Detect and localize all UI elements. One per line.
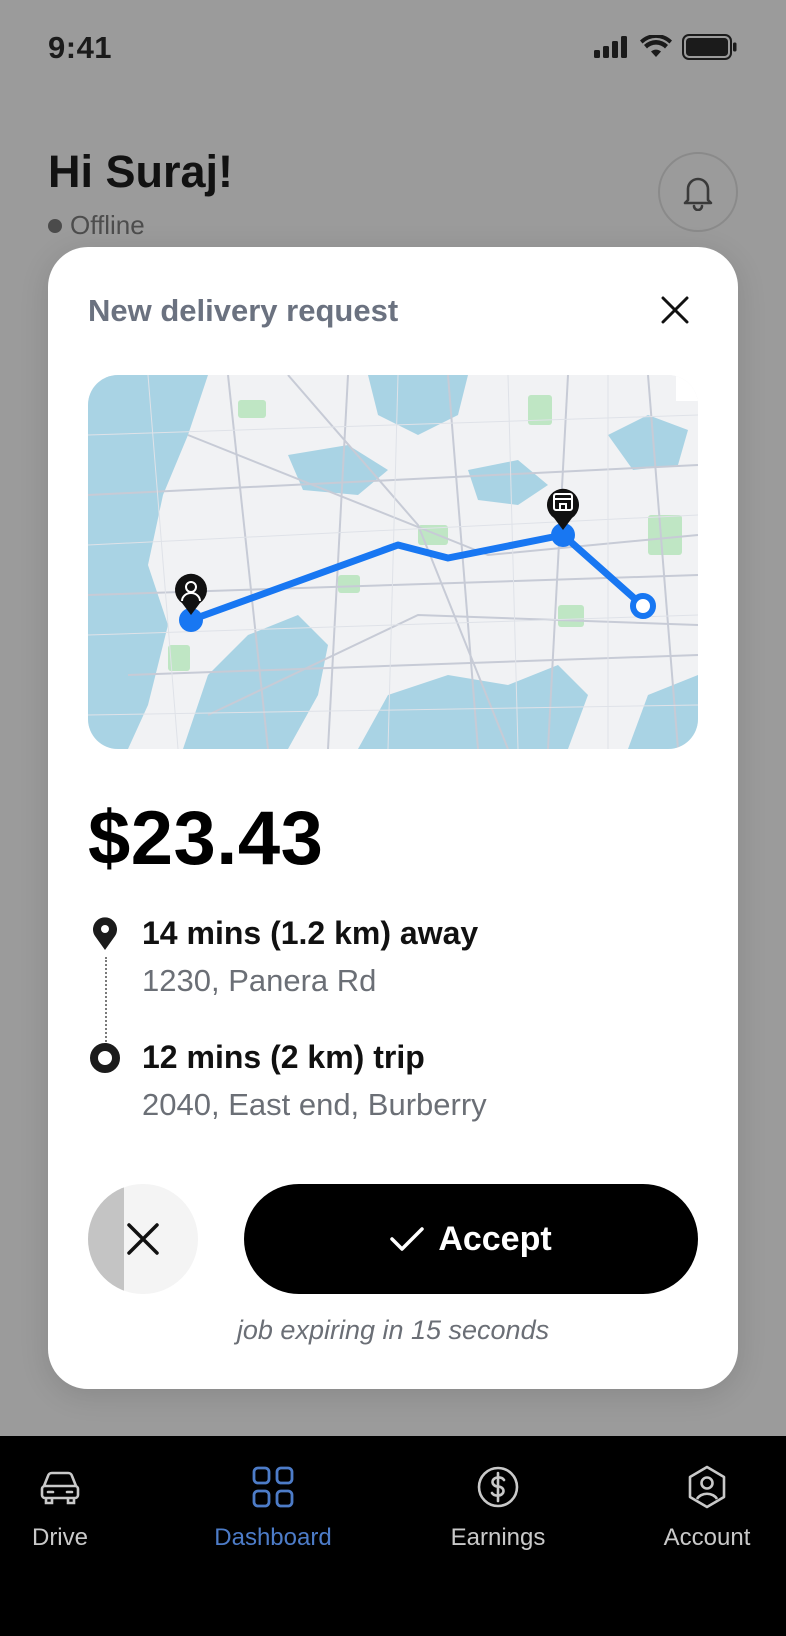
car-icon [40, 1471, 80, 1505]
wifi-icon [640, 35, 672, 57]
tab-earnings[interactable]: Earnings [418, 1464, 578, 1552]
dropoff-address: 2040, East end, Burberry [142, 1087, 487, 1122]
tab-label: Account [663, 1524, 751, 1551]
tab-drive[interactable]: Drive [0, 1464, 140, 1552]
accept-button[interactable]: Accept [244, 1184, 698, 1294]
battery-icon [682, 34, 737, 60]
bell-icon [683, 177, 713, 211]
decline-timer-progress [88, 1184, 125, 1294]
pickup-eta: 14 mins (1.2 km) away [142, 915, 479, 951]
grid-icon [252, 1466, 294, 1508]
tab-account[interactable]: Account [627, 1464, 786, 1552]
map-canvas [88, 375, 698, 749]
notifications-button[interactable] [658, 152, 738, 232]
delivery-price: $23.43 [88, 796, 324, 881]
presence-status: Offline [48, 210, 145, 241]
status-icons [594, 34, 738, 60]
checkmark-icon [390, 1227, 425, 1251]
presence-label: Offline [70, 210, 145, 240]
dollar-circle-icon [477, 1466, 519, 1508]
bottom-tab-bar: Drive Dashboard Earnings Account [0, 1436, 786, 1636]
close-button[interactable] [652, 287, 698, 333]
tab-label: Dashboard [214, 1524, 332, 1551]
status-bar: 9:41 [0, 0, 786, 100]
route-map[interactable] [88, 375, 698, 749]
tab-label: Earnings [450, 1524, 546, 1551]
expiry-notice: job expiring in 15 seconds [236, 1315, 550, 1345]
status-time: 9:41 [48, 30, 113, 65]
route-connector [105, 957, 107, 1045]
accept-label: Accept [438, 1219, 552, 1258]
delivery-request-modal: New delivery request $23.43 14 mins (1.2… [48, 247, 738, 1389]
close-icon [661, 296, 689, 324]
destination-ring-icon [90, 1043, 120, 1073]
decline-button[interactable] [88, 1184, 198, 1294]
close-icon [127, 1223, 159, 1255]
greeting: Hi Suraj! [48, 146, 234, 197]
dropoff-eta: 12 mins (2 km) trip [142, 1039, 425, 1075]
pickup-address: 1230, Panera Rd [142, 963, 377, 998]
tab-label: Drive [31, 1524, 88, 1551]
location-pin-icon [93, 917, 117, 950]
presence-dot [48, 218, 62, 233]
signal-icon [594, 36, 627, 58]
tab-dashboard[interactable]: Dashboard [193, 1464, 353, 1552]
modal-title: New delivery request [88, 293, 399, 328]
user-hexagon-icon [688, 1465, 726, 1509]
